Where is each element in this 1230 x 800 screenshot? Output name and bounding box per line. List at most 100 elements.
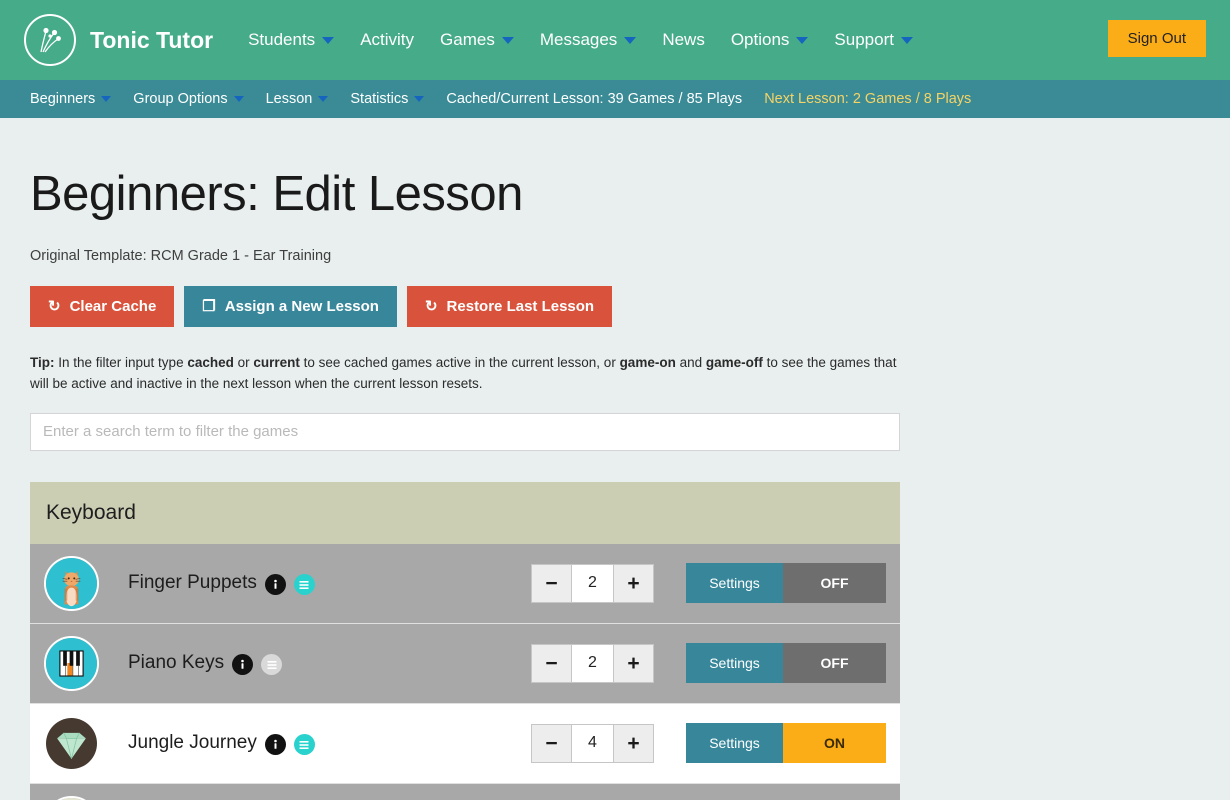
- nav-item-games[interactable]: Games: [427, 0, 527, 80]
- table-row[interactable]: Piano Keys − 2 + Settings OFF: [30, 624, 900, 704]
- settings-button[interactable]: Settings: [686, 563, 783, 603]
- tip-part-1: In the filter input type: [55, 355, 188, 370]
- chevron-down-icon: [796, 37, 808, 44]
- increment-button[interactable]: +: [613, 724, 654, 763]
- original-template-label: Original Template: RCM Grade 1 - Ear Tra…: [30, 248, 1200, 264]
- settings-button[interactable]: Settings: [686, 723, 783, 763]
- nav-item-support[interactable]: Support: [821, 0, 926, 80]
- clear-cache-label: Clear Cache: [70, 298, 157, 315]
- page-title: Beginners: Edit Lesson: [30, 166, 1200, 222]
- nav-item-label: News: [662, 0, 705, 80]
- on-off-toggle-button[interactable]: ON: [783, 723, 886, 763]
- next-lesson-status[interactable]: Next Lesson: 2 Games / 8 Plays: [753, 91, 982, 107]
- nav-item-options[interactable]: Options: [718, 0, 822, 80]
- quantity-value[interactable]: 4: [572, 724, 613, 763]
- nav-item-label: Support: [834, 0, 894, 80]
- info-icon[interactable]: [232, 654, 253, 675]
- tip-keyword-cached: cached: [187, 355, 234, 370]
- info-icon[interactable]: [265, 574, 286, 595]
- dandelion-logo-icon[interactable]: [24, 14, 76, 66]
- nav-item-news[interactable]: News: [649, 0, 718, 80]
- subnav-item-statistics[interactable]: Statistics: [339, 91, 435, 107]
- tip-keyword-current: current: [253, 355, 300, 370]
- tip-prefix: Tip:: [30, 355, 55, 370]
- secondary-navbar: Beginners Group Options Lesson Statistic…: [0, 80, 1230, 118]
- cactus-avatar-icon[interactable]: [44, 796, 99, 800]
- quantity-value[interactable]: 2: [572, 564, 613, 603]
- on-off-toggle-button[interactable]: OFF: [783, 563, 886, 603]
- nav-item-label: Students: [248, 0, 315, 80]
- quantity-value[interactable]: 2: [572, 644, 613, 683]
- increment-button[interactable]: +: [613, 644, 654, 683]
- game-name: Piano Keys: [128, 652, 282, 676]
- on-off-toggle-button[interactable]: OFF: [783, 643, 886, 683]
- diamond-avatar-icon[interactable]: [44, 716, 99, 771]
- nav-item-students[interactable]: Students: [235, 0, 347, 80]
- piano-keys-avatar-icon[interactable]: [44, 636, 99, 691]
- tip-part-4: and: [676, 355, 706, 370]
- table-row[interactable]: Finger Puppets − 2 + Settings OFF: [30, 544, 900, 624]
- refresh-icon: ↻: [48, 299, 61, 314]
- nav-item-messages[interactable]: Messages: [527, 0, 649, 80]
- sign-out-button[interactable]: Sign Out: [1108, 20, 1206, 57]
- brand-title[interactable]: Tonic Tutor: [90, 27, 213, 54]
- chevron-down-icon: [318, 96, 328, 102]
- tip-part-2: or: [234, 355, 254, 370]
- row-controls: − 2 + Settings OFF: [531, 643, 886, 683]
- settings-button[interactable]: Settings: [686, 643, 783, 683]
- subnav-item-lesson[interactable]: Lesson: [255, 91, 340, 107]
- chevron-down-icon: [901, 37, 913, 44]
- games-panel: Keyboard: [30, 482, 900, 800]
- chevron-down-icon: [101, 96, 111, 102]
- quantity-stepper: − 2 +: [531, 564, 654, 603]
- clipboard-icon: ❐: [202, 299, 215, 314]
- nav-item-activity[interactable]: Activity: [347, 0, 427, 80]
- quantity-stepper: − 2 +: [531, 644, 654, 683]
- chevron-down-icon: [414, 96, 424, 102]
- assign-new-lesson-button[interactable]: ❐ Assign a New Lesson: [184, 286, 397, 327]
- subnav-item-label: Beginners: [30, 91, 95, 107]
- game-name-label: Jungle Journey: [128, 732, 257, 753]
- subnav-item-label: Statistics: [350, 91, 408, 107]
- game-name-label: Finger Puppets: [128, 572, 257, 593]
- nav-item-label: Games: [440, 0, 495, 80]
- list-icon[interactable]: [294, 734, 315, 755]
- filter-tip-text: Tip: In the filter input type cached or …: [30, 353, 910, 395]
- primary-nav-items: Students Activity Games Messages News Op…: [235, 0, 926, 80]
- table-row[interactable]: Player Piano − 2 + Settings OFF: [30, 784, 900, 800]
- tip-part-3: to see cached games active in the curren…: [300, 355, 620, 370]
- assign-new-lesson-label: Assign a New Lesson: [225, 298, 379, 315]
- list-icon[interactable]: [294, 574, 315, 595]
- game-name-label: Piano Keys: [128, 652, 224, 673]
- section-header-keyboard: Keyboard: [30, 482, 900, 544]
- tip-keyword-game-on: game-on: [620, 355, 676, 370]
- subnav-item-group-options[interactable]: Group Options: [122, 91, 254, 107]
- chevron-down-icon: [502, 37, 514, 44]
- info-icon[interactable]: [265, 734, 286, 755]
- subnav-item-beginners[interactable]: Beginners: [24, 91, 122, 107]
- game-name: Jungle Journey: [128, 732, 315, 756]
- cat-avatar-icon[interactable]: [44, 556, 99, 611]
- refresh-icon: ↻: [425, 299, 438, 314]
- row-controls: − 4 + Settings ON: [531, 723, 886, 763]
- nav-item-label: Messages: [540, 0, 617, 80]
- cached-lesson-status: Cached/Current Lesson: 39 Games / 85 Pla…: [435, 91, 753, 107]
- primary-navbar: Tonic Tutor Students Activity Games Mess…: [0, 0, 1230, 80]
- increment-button[interactable]: +: [613, 564, 654, 603]
- search-input[interactable]: [30, 413, 900, 451]
- main-content: Beginners: Edit Lesson Original Template…: [0, 166, 1230, 800]
- tip-keyword-game-off: game-off: [706, 355, 763, 370]
- decrement-button[interactable]: −: [531, 724, 572, 763]
- chevron-down-icon: [624, 37, 636, 44]
- nav-item-label: Activity: [360, 0, 414, 80]
- chevron-down-icon: [322, 37, 334, 44]
- quantity-stepper: − 4 +: [531, 724, 654, 763]
- restore-last-lesson-label: Restore Last Lesson: [447, 298, 595, 315]
- decrement-button[interactable]: −: [531, 644, 572, 683]
- decrement-button[interactable]: −: [531, 564, 572, 603]
- clear-cache-button[interactable]: ↻ Clear Cache: [30, 286, 174, 327]
- table-row[interactable]: Jungle Journey − 4 + Settings ON: [30, 704, 900, 784]
- restore-last-lesson-button[interactable]: ↻ Restore Last Lesson: [407, 286, 612, 327]
- nav-item-label: Options: [731, 0, 790, 80]
- chevron-down-icon: [234, 96, 244, 102]
